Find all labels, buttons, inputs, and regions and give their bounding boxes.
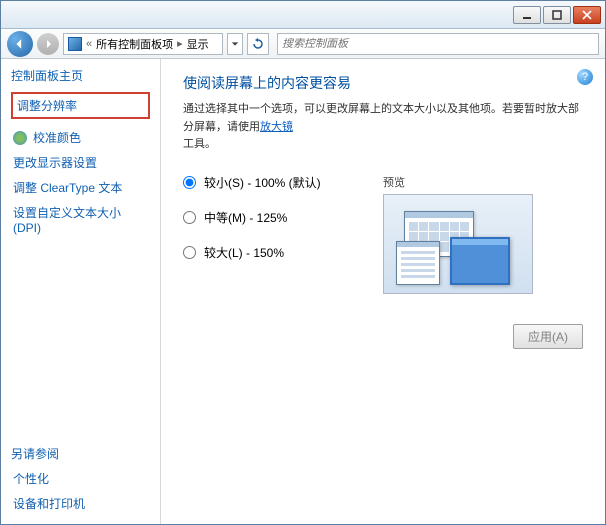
magnifier-link[interactable]: 放大镜 <box>260 121 293 133</box>
close-button[interactable] <box>573 6 601 24</box>
sidebar-heading: 控制面板主页 <box>11 67 150 84</box>
content-area: 控制面板主页 调整分辨率 校准颜色 更改显示器设置 调整 ClearType 文… <box>1 59 605 524</box>
page-title: 使阅读屏幕上的内容更容易 <box>183 73 583 93</box>
main-panel: ? 使阅读屏幕上的内容更容易 通过选择其中一个选项，可以更改屏幕上的文本大小以及… <box>161 59 605 524</box>
control-panel-icon <box>68 37 82 51</box>
sidebar-link-personalize[interactable]: 个性化 <box>11 466 150 491</box>
see-also-heading: 另请参阅 <box>11 445 150 462</box>
search-input[interactable] <box>282 38 594 50</box>
sidebar-link-resolution[interactable]: 调整分辨率 <box>11 92 150 119</box>
sidebar-footer: 另请参阅 个性化 设备和打印机 <box>11 445 150 516</box>
preview-image <box>383 194 533 294</box>
navbar: « 所有控制面板项 ▸ 显示 <box>1 29 605 59</box>
sidebar-link-calibrate-color[interactable]: 校准颜色 <box>11 125 150 150</box>
radio-large[interactable] <box>183 246 196 259</box>
breadcrumb-part[interactable]: 所有控制面板项 <box>96 36 173 52</box>
chevron-right-icon: ▸ <box>177 37 183 50</box>
search-box[interactable] <box>277 33 599 55</box>
radio-option-medium[interactable]: 中等(M) - 125% <box>183 209 353 226</box>
preview-label: 预览 <box>383 174 583 190</box>
radio-medium[interactable] <box>183 211 196 224</box>
chevron-right-icon: « <box>86 38 92 50</box>
radio-option-small[interactable]: 较小(S) - 100% (默认) <box>183 174 353 191</box>
sidebar: 控制面板主页 调整分辨率 校准颜色 更改显示器设置 调整 ClearType 文… <box>1 59 161 524</box>
sidebar-link-display-settings[interactable]: 更改显示器设置 <box>11 150 150 175</box>
radio-small[interactable] <box>183 176 196 189</box>
nav-back-button[interactable] <box>7 31 33 57</box>
help-icon[interactable]: ? <box>577 69 593 85</box>
apply-button: 应用(A) <box>513 324 583 349</box>
page-description: 通过选择其中一个选项，可以更改屏幕上的文本大小以及其他项。若要暂时放大部分屏幕，… <box>183 101 583 154</box>
sidebar-link-devices-printers[interactable]: 设备和打印机 <box>11 491 150 516</box>
titlebar <box>1 1 605 29</box>
breadcrumb[interactable]: « 所有控制面板项 ▸ 显示 <box>63 33 223 55</box>
breadcrumb-dropdown[interactable] <box>227 33 243 55</box>
preview-section: 预览 <box>383 174 583 294</box>
minimize-button[interactable] <box>513 6 541 24</box>
maximize-button[interactable] <box>543 6 571 24</box>
sidebar-link-custom-dpi[interactable]: 设置自定义文本大小(DPI) <box>11 200 150 239</box>
control-panel-window: « 所有控制面板项 ▸ 显示 控制面板主页 调整分辨率 校准颜色 更改显示器设置… <box>0 0 606 525</box>
nav-forward-button <box>37 33 59 55</box>
scale-options: 较小(S) - 100% (默认) 中等(M) - 125% 较大(L) - 1… <box>183 174 353 294</box>
radio-option-large[interactable]: 较大(L) - 150% <box>183 244 353 261</box>
sidebar-link-cleartype[interactable]: 调整 ClearType 文本 <box>11 175 150 200</box>
breadcrumb-part[interactable]: 显示 <box>187 36 209 52</box>
refresh-button[interactable] <box>247 33 269 55</box>
